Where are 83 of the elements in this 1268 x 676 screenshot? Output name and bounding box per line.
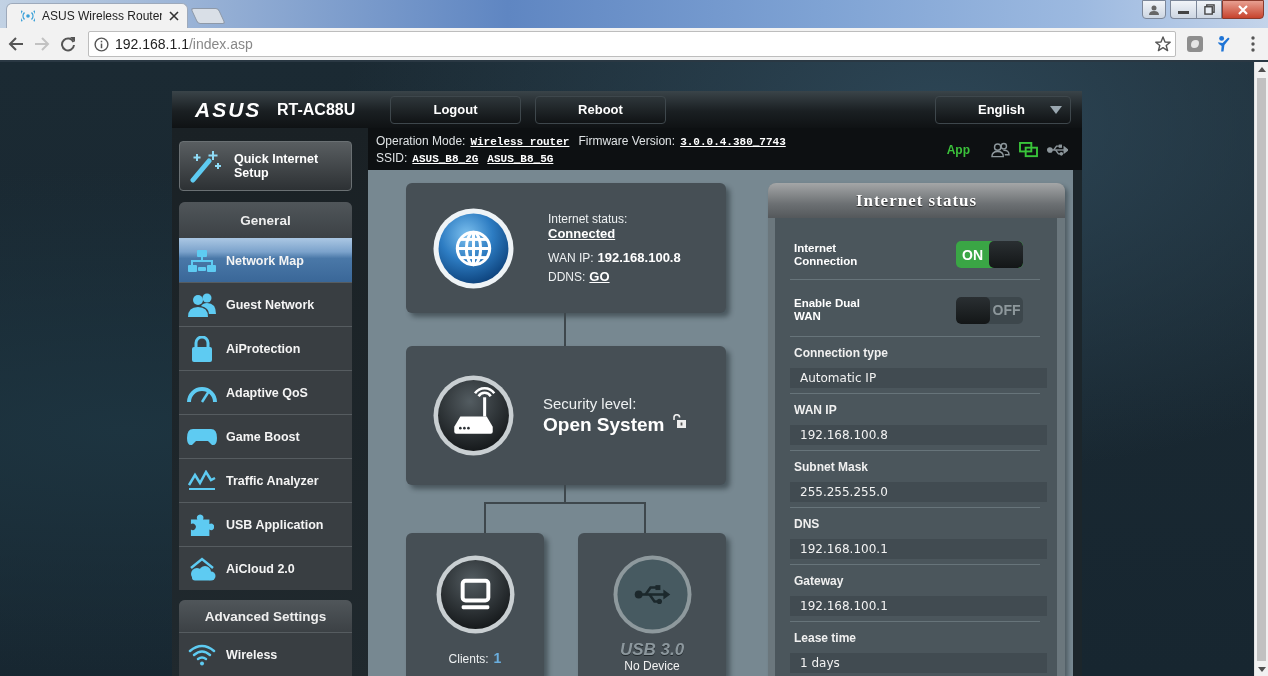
- header-button[interactable]: Reboot: [535, 95, 666, 124]
- internet-status-label: Internet status:: [548, 212, 628, 226]
- extension-icon[interactable]: [1187, 36, 1203, 52]
- value-field: 192.168.100.1: [790, 596, 1047, 616]
- menu-section-title: General: [179, 202, 352, 238]
- field-label: Subnet Mask: [794, 460, 869, 474]
- wan-ip-value: 192.168.100.8: [597, 250, 681, 265]
- quick-setup-button[interactable]: Quick Internet Setup: [179, 141, 352, 191]
- menu-item[interactable]: Network Map: [179, 238, 352, 282]
- menu-section-title: Advanced Settings: [179, 600, 352, 632]
- padlock-icon: [191, 335, 213, 362]
- star-icon[interactable]: [1155, 36, 1171, 52]
- field-label: DNS: [794, 517, 821, 531]
- restore-button[interactable]: [1196, 0, 1222, 19]
- wifi-icon: [188, 643, 216, 666]
- info-label: Operation Mode:: [376, 133, 466, 148]
- down-arrow-icon[interactable]: [1257, 667, 1266, 672]
- security-level-label: Security level:: [543, 395, 637, 412]
- close-icon[interactable]: [169, 11, 179, 21]
- usb-status-text: No Device: [624, 659, 680, 673]
- close-icon: [1237, 4, 1249, 15]
- info-link[interactable]: ASUS_B8_5G: [487, 152, 554, 165]
- value-field: Automatic IP: [790, 368, 1047, 388]
- usb-icon[interactable]: [1047, 144, 1068, 156]
- people-icon[interactable]: [991, 142, 1010, 158]
- ddns-label: DDNS:: [548, 270, 586, 284]
- value-field: 255.255.255.0: [790, 482, 1047, 502]
- address-field[interactable]: 192.168.1.1/index.asp: [88, 31, 1176, 57]
- connection-status-link[interactable]: Connected: [548, 226, 616, 241]
- value-field: 192.168.100.1: [790, 539, 1047, 559]
- menu-icon[interactable]: [1251, 36, 1255, 52]
- ddns-link[interactable]: GO: [589, 269, 610, 284]
- line-chart-icon: [188, 469, 216, 492]
- profile-button[interactable]: [1142, 0, 1166, 19]
- clients-label: Clients:: [448, 652, 489, 666]
- back-button[interactable]: [8, 36, 24, 52]
- scrollbar[interactable]: [1254, 62, 1268, 676]
- app-label[interactable]: App: [946, 143, 970, 157]
- panel-title: Internet status: [768, 183, 1065, 218]
- info-icon[interactable]: [94, 36, 109, 52]
- monitor-icon[interactable]: [1019, 141, 1038, 159]
- field-label: Gateway: [794, 574, 845, 588]
- up-arrow-icon[interactable]: [1257, 67, 1266, 72]
- person-icon: [1148, 4, 1160, 15]
- info-link[interactable]: Wireless router: [470, 135, 570, 148]
- unlocked-padlock-icon: [672, 414, 687, 428]
- figure-icon[interactable]: [1216, 35, 1231, 53]
- security-level-value: Open System: [543, 414, 665, 436]
- broadcast-icon: [21, 10, 35, 22]
- model-name: RT-AC88U: [277, 100, 356, 119]
- value-field: 192.168.100.8: [790, 425, 1047, 445]
- wan-ip-label: WAN IP:: [548, 251, 594, 265]
- toggle-label: Internet Connection: [794, 241, 859, 268]
- caret-icon: [1050, 105, 1062, 114]
- people-icon: [188, 292, 216, 317]
- header-button[interactable]: Logout: [390, 95, 521, 124]
- info-link[interactable]: ASUS_B8_2G: [412, 152, 479, 165]
- monitor-icon[interactable]: [435, 555, 515, 634]
- close-button[interactable]: [1222, 0, 1264, 19]
- scrollbar-thumb[interactable]: [1257, 78, 1266, 661]
- field-label: WAN IP: [794, 403, 838, 417]
- reload-button[interactable]: [60, 36, 76, 52]
- info-label: SSID:: [376, 150, 408, 165]
- language-dropdown[interactable]: English: [935, 95, 1071, 124]
- usb-icon[interactable]: [612, 555, 692, 634]
- gamepad-icon: [187, 427, 217, 446]
- logo: ASUS: [195, 97, 263, 122]
- minimize-button[interactable]: [1170, 0, 1196, 19]
- toggle-label: Enable Dual WAN: [794, 297, 861, 323]
- restore-icon: [1203, 4, 1215, 15]
- puzzle-icon: [190, 512, 214, 537]
- magic-wand-icon: [188, 149, 222, 183]
- usb-version-label: USB 3.0: [619, 641, 685, 659]
- info-link[interactable]: 3.0.0.4.380_7743: [680, 135, 786, 148]
- globe-icon[interactable]: [433, 207, 514, 289]
- network-diagram-icon: [188, 249, 216, 272]
- field-label: Connection type: [794, 346, 889, 360]
- router-icon[interactable]: [433, 375, 514, 456]
- minimize-icon: [1178, 11, 1189, 14]
- house-cloud-icon: [188, 555, 216, 582]
- field-label: Lease time: [794, 631, 858, 645]
- info-label: Firmware Version:: [578, 133, 676, 148]
- value-field: 1 days: [790, 653, 1047, 673]
